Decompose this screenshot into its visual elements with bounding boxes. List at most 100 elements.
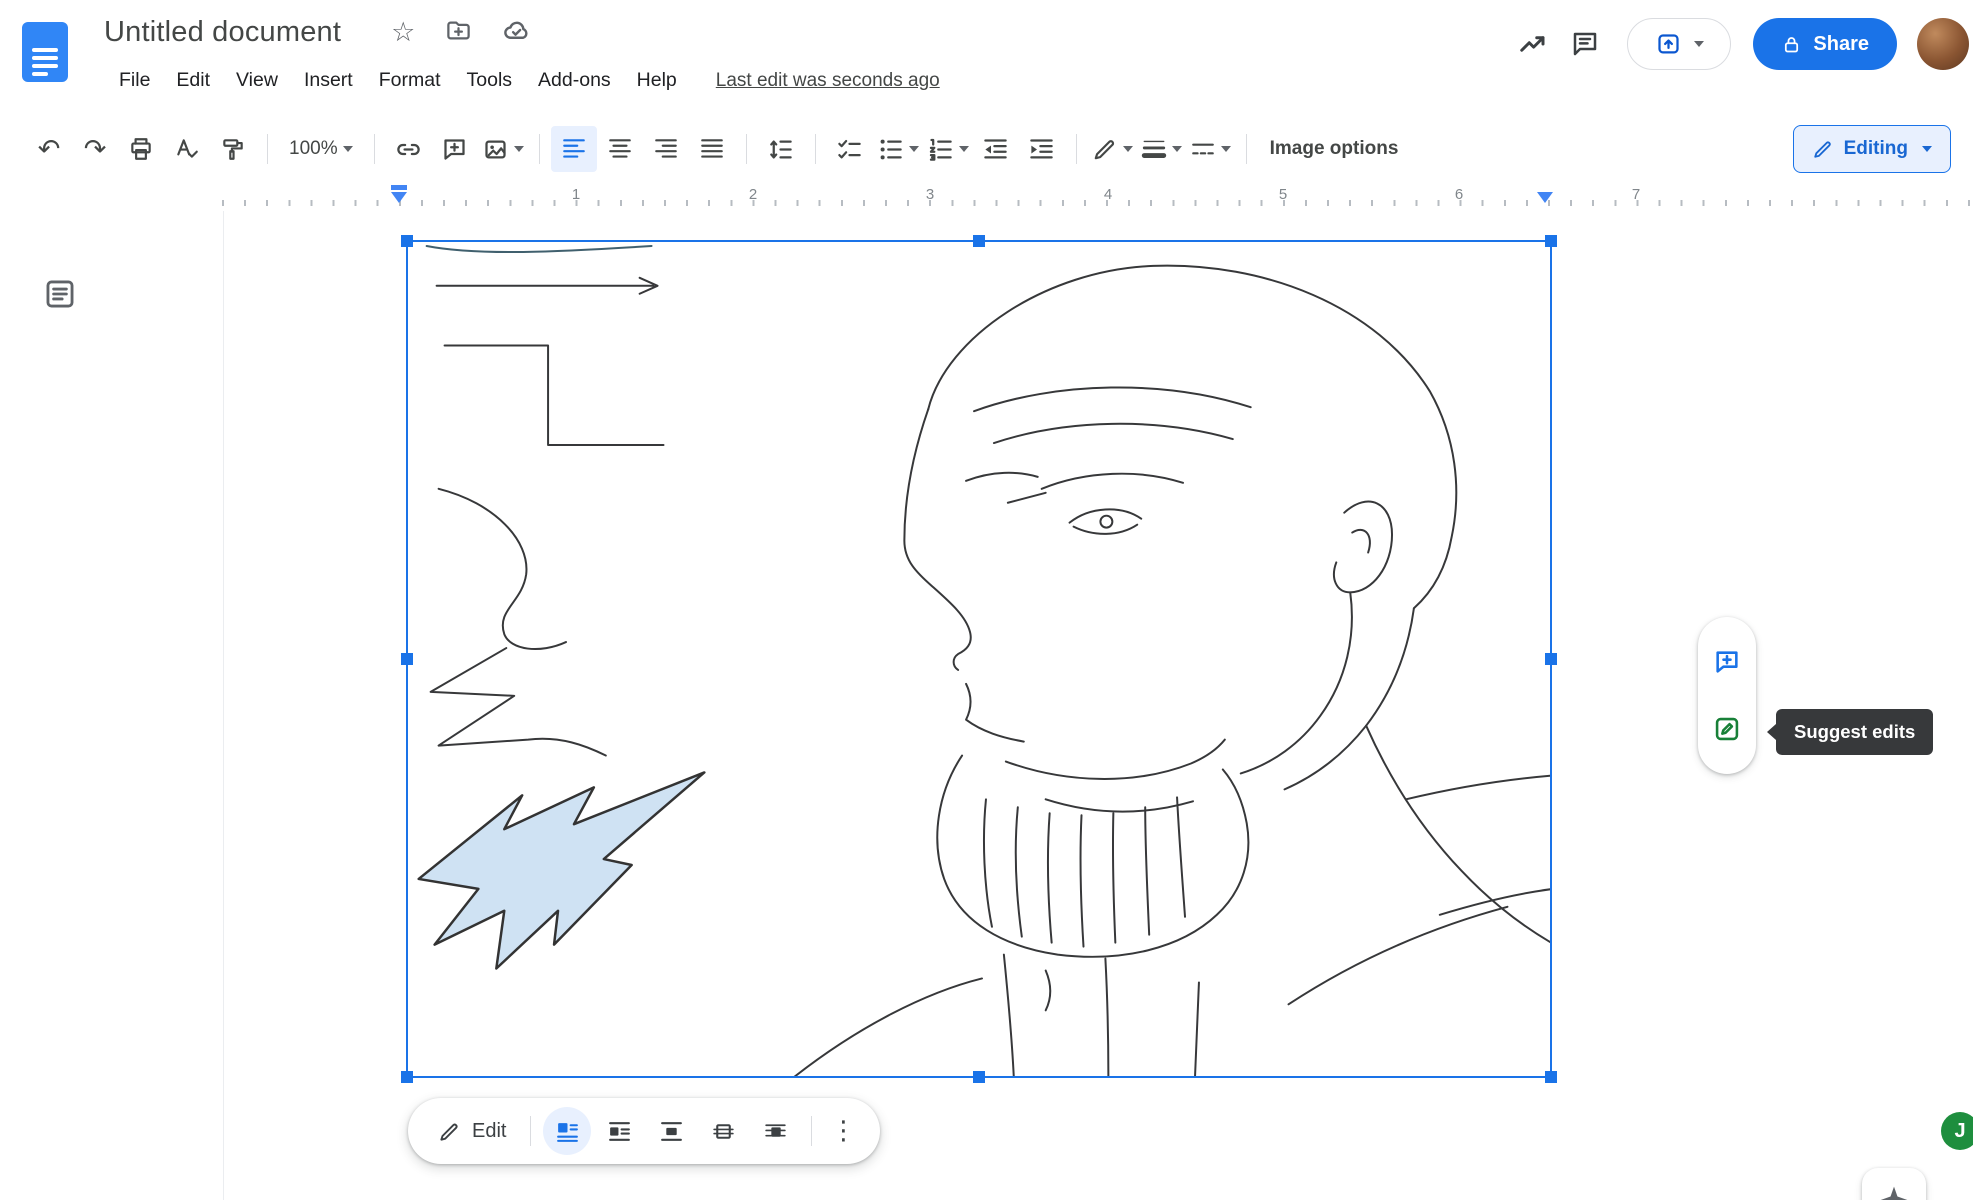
cloud-saved-icon[interactable]: [502, 16, 531, 50]
border-color-pen-button[interactable]: [1088, 126, 1137, 172]
spelling-check-button[interactable]: [164, 126, 210, 172]
wrap-inline-button[interactable]: [543, 1107, 591, 1155]
insert-image-button[interactable]: [478, 126, 528, 172]
border-dash-caret-icon: [1221, 146, 1231, 152]
zoom-value: 100%: [289, 138, 338, 160]
last-edit-link[interactable]: Last edit was seconds ago: [716, 70, 940, 92]
align-left-button[interactable]: [551, 126, 597, 172]
divider: [1246, 134, 1247, 164]
behind-text-button[interactable]: [699, 1107, 747, 1155]
divider: [1076, 134, 1077, 164]
add-comment-margin-button[interactable]: [1705, 640, 1749, 684]
resize-handle-top-middle[interactable]: [973, 235, 985, 247]
zoom-caret-icon: [343, 146, 353, 152]
line-drawing: [408, 242, 1550, 1076]
border-dash-button[interactable]: [1186, 126, 1235, 172]
ruler-number: 3: [916, 186, 944, 203]
decrease-indent-button[interactable]: [973, 126, 1019, 172]
comment-history-icon[interactable]: [1559, 18, 1611, 70]
docs-logo-icon[interactable]: [22, 22, 68, 82]
present-caret-icon: [1694, 41, 1704, 47]
explore-button[interactable]: [1862, 1168, 1926, 1200]
resize-handle-middle-left[interactable]: [401, 653, 413, 665]
move-to-folder-icon[interactable]: [445, 17, 472, 49]
account-avatar[interactable]: [1917, 18, 1969, 70]
zoom-control[interactable]: 100%: [279, 126, 363, 172]
align-right-button[interactable]: [643, 126, 689, 172]
suggest-edits-button[interactable]: [1705, 707, 1749, 751]
ruler-number: 6: [1445, 186, 1473, 203]
menu-bar: File Edit View Insert Format Tools Add-o…: [106, 64, 940, 97]
header-actions: Share: [1507, 18, 1969, 70]
bulleted-list-button[interactable]: [873, 126, 923, 172]
menu-format[interactable]: Format: [366, 64, 454, 97]
increase-indent-button[interactable]: [1019, 126, 1065, 172]
right-indent-marker[interactable]: [1537, 192, 1553, 203]
resize-handle-bottom-right[interactable]: [1545, 1071, 1557, 1083]
share-button[interactable]: Share: [1753, 18, 1897, 70]
ruler-number: 4: [1094, 186, 1122, 203]
menu-help[interactable]: Help: [624, 64, 690, 97]
line-spacing-button[interactable]: [758, 126, 804, 172]
numbered-list-button[interactable]: [923, 126, 973, 172]
divider: [374, 134, 375, 164]
editing-mode-caret-icon: [1922, 146, 1932, 152]
title-row: Untitled document ☆: [104, 14, 531, 51]
resize-handle-bottom-middle[interactable]: [973, 1071, 985, 1083]
menu-insert[interactable]: Insert: [291, 64, 366, 97]
menu-view[interactable]: View: [223, 64, 291, 97]
in-front-of-text-button[interactable]: [751, 1107, 799, 1155]
checklist-button[interactable]: [827, 126, 873, 172]
editing-mode-label: Editing: [1844, 138, 1908, 160]
menu-addons[interactable]: Add-ons: [525, 64, 624, 97]
image-context-toolbar: Edit: [408, 1098, 880, 1164]
break-text-button[interactable]: [647, 1107, 695, 1155]
divider: [539, 134, 540, 164]
ruler-number: 2: [739, 186, 767, 203]
undo-button[interactable]: ↶: [26, 126, 72, 172]
pen-caret-icon: [1123, 146, 1133, 152]
resize-handle-top-right[interactable]: [1545, 235, 1557, 247]
border-weight-button[interactable]: [1137, 126, 1186, 172]
image-edit-button[interactable]: Edit: [424, 1108, 520, 1154]
document-title[interactable]: Untitled document: [96, 14, 349, 51]
resize-handle-bottom-left[interactable]: [401, 1071, 413, 1083]
menu-tools[interactable]: Tools: [454, 64, 526, 97]
print-button[interactable]: [118, 126, 164, 172]
divider: [811, 1116, 812, 1146]
wrap-text-button[interactable]: [595, 1107, 643, 1155]
align-center-button[interactable]: [597, 126, 643, 172]
page-left-edge: [223, 211, 224, 1200]
image-more-options-button[interactable]: ⋮: [822, 1116, 864, 1146]
image-edit-label: Edit: [472, 1120, 506, 1143]
divider: [815, 134, 816, 164]
activity-trend-icon[interactable]: [1507, 18, 1559, 70]
insert-image-caret-icon: [514, 146, 524, 152]
resize-handle-top-left[interactable]: [401, 235, 413, 247]
insert-link-button[interactable]: [386, 126, 432, 172]
divider: [746, 134, 747, 164]
divider: [267, 134, 268, 164]
document-outline-button[interactable]: [34, 268, 86, 320]
menu-file[interactable]: File: [106, 64, 163, 97]
paint-format-button[interactable]: [210, 126, 256, 172]
add-comment-button[interactable]: [432, 126, 478, 172]
horizontal-ruler[interactable]: 1 2 3 4 5 6 7: [0, 184, 1973, 211]
divider: [530, 1116, 531, 1146]
star-document-icon[interactable]: ☆: [391, 19, 415, 46]
redo-button[interactable]: ↷: [72, 126, 118, 172]
selected-image[interactable]: [406, 240, 1552, 1078]
toolbar: ↶ ↷ 100%: [0, 118, 1973, 180]
align-justify-button[interactable]: [689, 126, 735, 172]
border-weight-caret-icon: [1172, 146, 1182, 152]
presence-badge: J: [1941, 1112, 1973, 1150]
resize-handle-middle-right[interactable]: [1545, 653, 1557, 665]
present-button[interactable]: [1627, 18, 1731, 70]
ruler-number: 1: [562, 186, 590, 203]
menu-edit[interactable]: Edit: [163, 64, 223, 97]
left-indent-marker[interactable]: [391, 185, 407, 203]
suggest-edits-tooltip: Suggest edits: [1776, 709, 1933, 755]
image-options-button[interactable]: Image options: [1270, 138, 1399, 160]
editing-mode-dropdown[interactable]: Editing: [1793, 125, 1951, 173]
ruler-number: 7: [1622, 186, 1650, 203]
